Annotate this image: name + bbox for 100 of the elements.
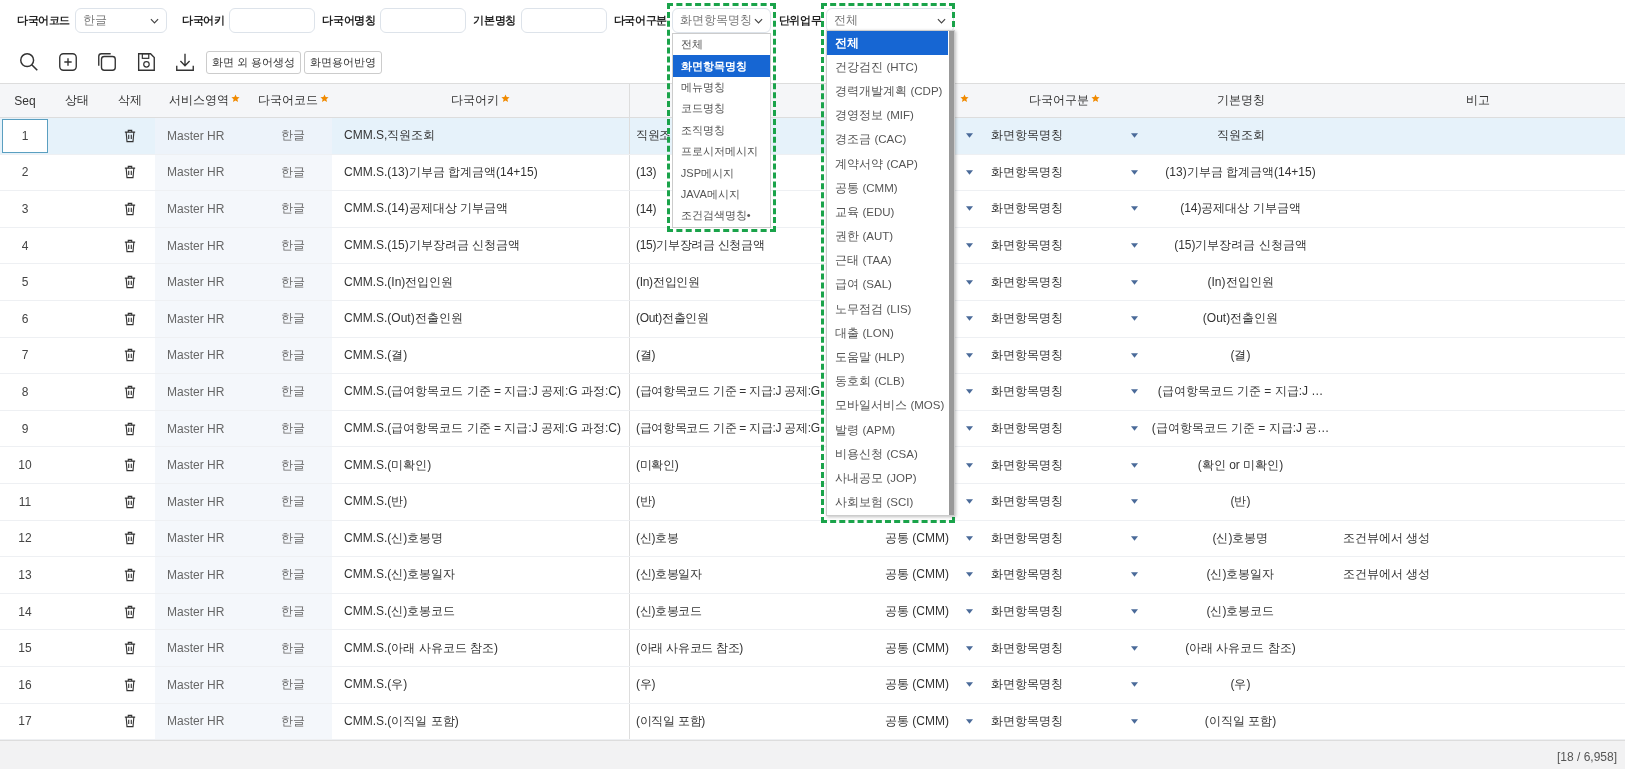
table-cell: Master HR xyxy=(167,348,225,363)
table-cell-text: 10 xyxy=(17,457,33,475)
table-cell: 화면항목명칭 xyxy=(991,420,1063,438)
dropdown-option[interactable]: 코드명칭 xyxy=(672,98,770,120)
table-cell: 화면항목명칭 xyxy=(991,712,1063,730)
dropdown-option[interactable]: JSP메시지 xyxy=(672,162,770,184)
table-cell: Master HR xyxy=(167,458,225,473)
table-cell: (미확인) xyxy=(636,456,679,474)
select-field[interactable]: 한글 xyxy=(75,8,167,33)
table-cell: (신)호봉코드 xyxy=(636,603,702,620)
column-header: Seq xyxy=(14,93,36,108)
table-cell: (14) xyxy=(636,202,657,216)
table-cell-text: 3 xyxy=(20,201,30,218)
table-cell: 한글 xyxy=(281,310,305,328)
table-cell: 한글 xyxy=(281,346,305,364)
table-cell: (신)호봉일자 xyxy=(1206,566,1275,584)
column-header: 기본명칭 xyxy=(1216,92,1265,109)
dropdown-option[interactable]: 경조금 (CAC) xyxy=(827,127,949,152)
table-cell: Master HR xyxy=(167,311,225,326)
column-header: 상태 xyxy=(65,92,89,109)
dropdown-option[interactable]: 대출 (LON) xyxy=(827,321,949,346)
dropdown-option[interactable]: 조건검색명칭• xyxy=(672,205,770,227)
select-field[interactable]: 화면항목명칭 xyxy=(671,8,771,33)
table-cell: 한글 xyxy=(281,273,305,291)
table-cell-text: 16 xyxy=(17,676,33,694)
table-cell: (급여항목코드 기준 = 지급:J 공제:G xyxy=(636,420,820,438)
dropdown-option[interactable]: 화면항목명칭 xyxy=(672,55,770,77)
table-cell: (반) xyxy=(1230,493,1251,511)
table-cell: CMM.S.(Out)전출인원 xyxy=(344,310,463,328)
dropdown-option[interactable]: 프로시저메시지 xyxy=(672,140,770,163)
dropdown-option[interactable]: 전체 xyxy=(672,34,770,56)
dropdown-option[interactable]: 경영정보 (MIF) xyxy=(827,103,949,128)
table-cell: 한글 xyxy=(281,712,305,730)
table-cell: (15)기부장려금 신청금액 xyxy=(636,237,765,255)
table-cell: 한글 xyxy=(281,493,305,511)
dropdown-option[interactable]: 노무점검 (LIS) xyxy=(827,297,949,322)
table-cell: 직원조 xyxy=(636,127,672,145)
table-cell-text: 13 xyxy=(17,566,33,584)
table-cell-text: 9 xyxy=(20,420,30,438)
table-cell: (13) xyxy=(636,165,657,180)
dropdown-option[interactable]: 사내공모 (JOP) xyxy=(827,466,949,491)
table-cell: 한글 xyxy=(281,420,305,438)
table-cell: 한글 xyxy=(281,237,305,255)
table-cell: CMM.S.(미확인) xyxy=(344,456,432,474)
table-cell: CMM.S.(우) xyxy=(344,676,408,694)
table-cell: 한글 xyxy=(281,529,305,547)
table-cell: (우) xyxy=(1230,676,1251,694)
table-cell: 화면항목명칭 xyxy=(991,493,1063,511)
table-cell: Master HR xyxy=(167,677,225,692)
table-cell: (확인 or 미확인) xyxy=(1197,456,1284,474)
table-cell-text: 17 xyxy=(17,713,33,731)
table-cell: (이직일 포함) xyxy=(1204,712,1277,730)
dropdown-option[interactable]: 급여 (SAL) xyxy=(827,272,949,298)
table-cell: CMM.S.(급여항목코드 기준 = 지급:J 공제:G 과정:C) xyxy=(344,383,621,401)
dropdown-option[interactable]: 근태 (TAA) xyxy=(827,248,949,273)
dropdown-option[interactable]: 조직명칭 xyxy=(672,119,770,141)
dropdown-option[interactable]: 경력개발계획 (CDP) xyxy=(827,79,949,104)
dropdown-option[interactable]: 공통 (CMM) xyxy=(827,176,949,201)
toolbar-button[interactable]: 화면 외 용어생성 xyxy=(206,50,302,74)
filter-label: 다국어코드 xyxy=(17,13,70,28)
dropdown-option[interactable]: 비용신청 (CSA) xyxy=(827,442,949,467)
table-cell: Master HR xyxy=(167,275,225,290)
table-cell: 공통 (CMM) xyxy=(885,529,949,547)
table-cell: (Out)전출인원 xyxy=(1202,310,1279,328)
table-cell: 한글 xyxy=(281,603,305,620)
dropdown-option[interactable]: 도움말 (HLP) xyxy=(827,345,949,370)
table-cell: 화면항목명칭 xyxy=(991,127,1063,145)
table-cell: (결) xyxy=(636,346,656,364)
table-cell: CMM.S.(13)기부금 합계금액(14+15) xyxy=(344,163,538,181)
dropdown-option[interactable]: 계약서약 (CAP) xyxy=(827,151,949,177)
toolbar-button[interactable]: 화면용어반영 xyxy=(304,50,383,74)
table-cell: CMM.S.(반) xyxy=(344,493,408,511)
table-cell: 화면항목명칭 xyxy=(991,200,1063,218)
table-cell: Master HR xyxy=(167,567,225,582)
dropdown-option[interactable]: 발령 (APM) xyxy=(827,418,949,443)
table-cell: 한글 xyxy=(281,456,305,474)
dropdown-option[interactable]: 건강검진 (HTC) xyxy=(827,55,949,80)
table-cell: 화면항목명칭 xyxy=(991,529,1063,547)
table-cell: (13)기부금 합계금액(14+15) xyxy=(1165,163,1316,181)
dropdown-option[interactable]: 동호회 (CLB) xyxy=(827,369,949,394)
dropdown-option[interactable]: 전체 xyxy=(827,31,949,56)
dropdown-option[interactable]: 메뉴명칭 xyxy=(672,76,770,99)
table-cell: (급여항목코드 기준 = 지급:J … xyxy=(1157,383,1324,401)
table-cell: CMM.S.(14)공제대상 기부금액 xyxy=(344,200,508,218)
table-cell: (신)호봉일자 xyxy=(636,566,702,584)
table-cell: (이직일 포함) xyxy=(636,712,705,730)
dropdown-option[interactable]: JAVA메시지 xyxy=(672,183,770,206)
dropdown-option[interactable]: 교육 (EDU) xyxy=(827,200,949,225)
filter-label: 단위업무 xyxy=(778,13,822,28)
table-cell-text: 14 xyxy=(17,603,33,621)
table-cell-text: 2 xyxy=(20,164,30,182)
table-cell: 화면항목명칭 xyxy=(991,163,1063,181)
table-cell-text: 8 xyxy=(20,383,30,401)
dropdown-option[interactable]: 권한 (AUT) xyxy=(827,224,949,249)
table-cell: (In)전입인원 xyxy=(636,273,700,291)
table-cell-text: 5 xyxy=(20,274,30,292)
table-cell: 한글 xyxy=(281,639,305,657)
table-cell: (아래 사유코드 참조) xyxy=(1185,639,1296,657)
dropdown-option[interactable]: 사회보험 (SCI) xyxy=(827,490,949,515)
dropdown-option[interactable]: 모바일서비스 (MOS) xyxy=(827,393,949,418)
